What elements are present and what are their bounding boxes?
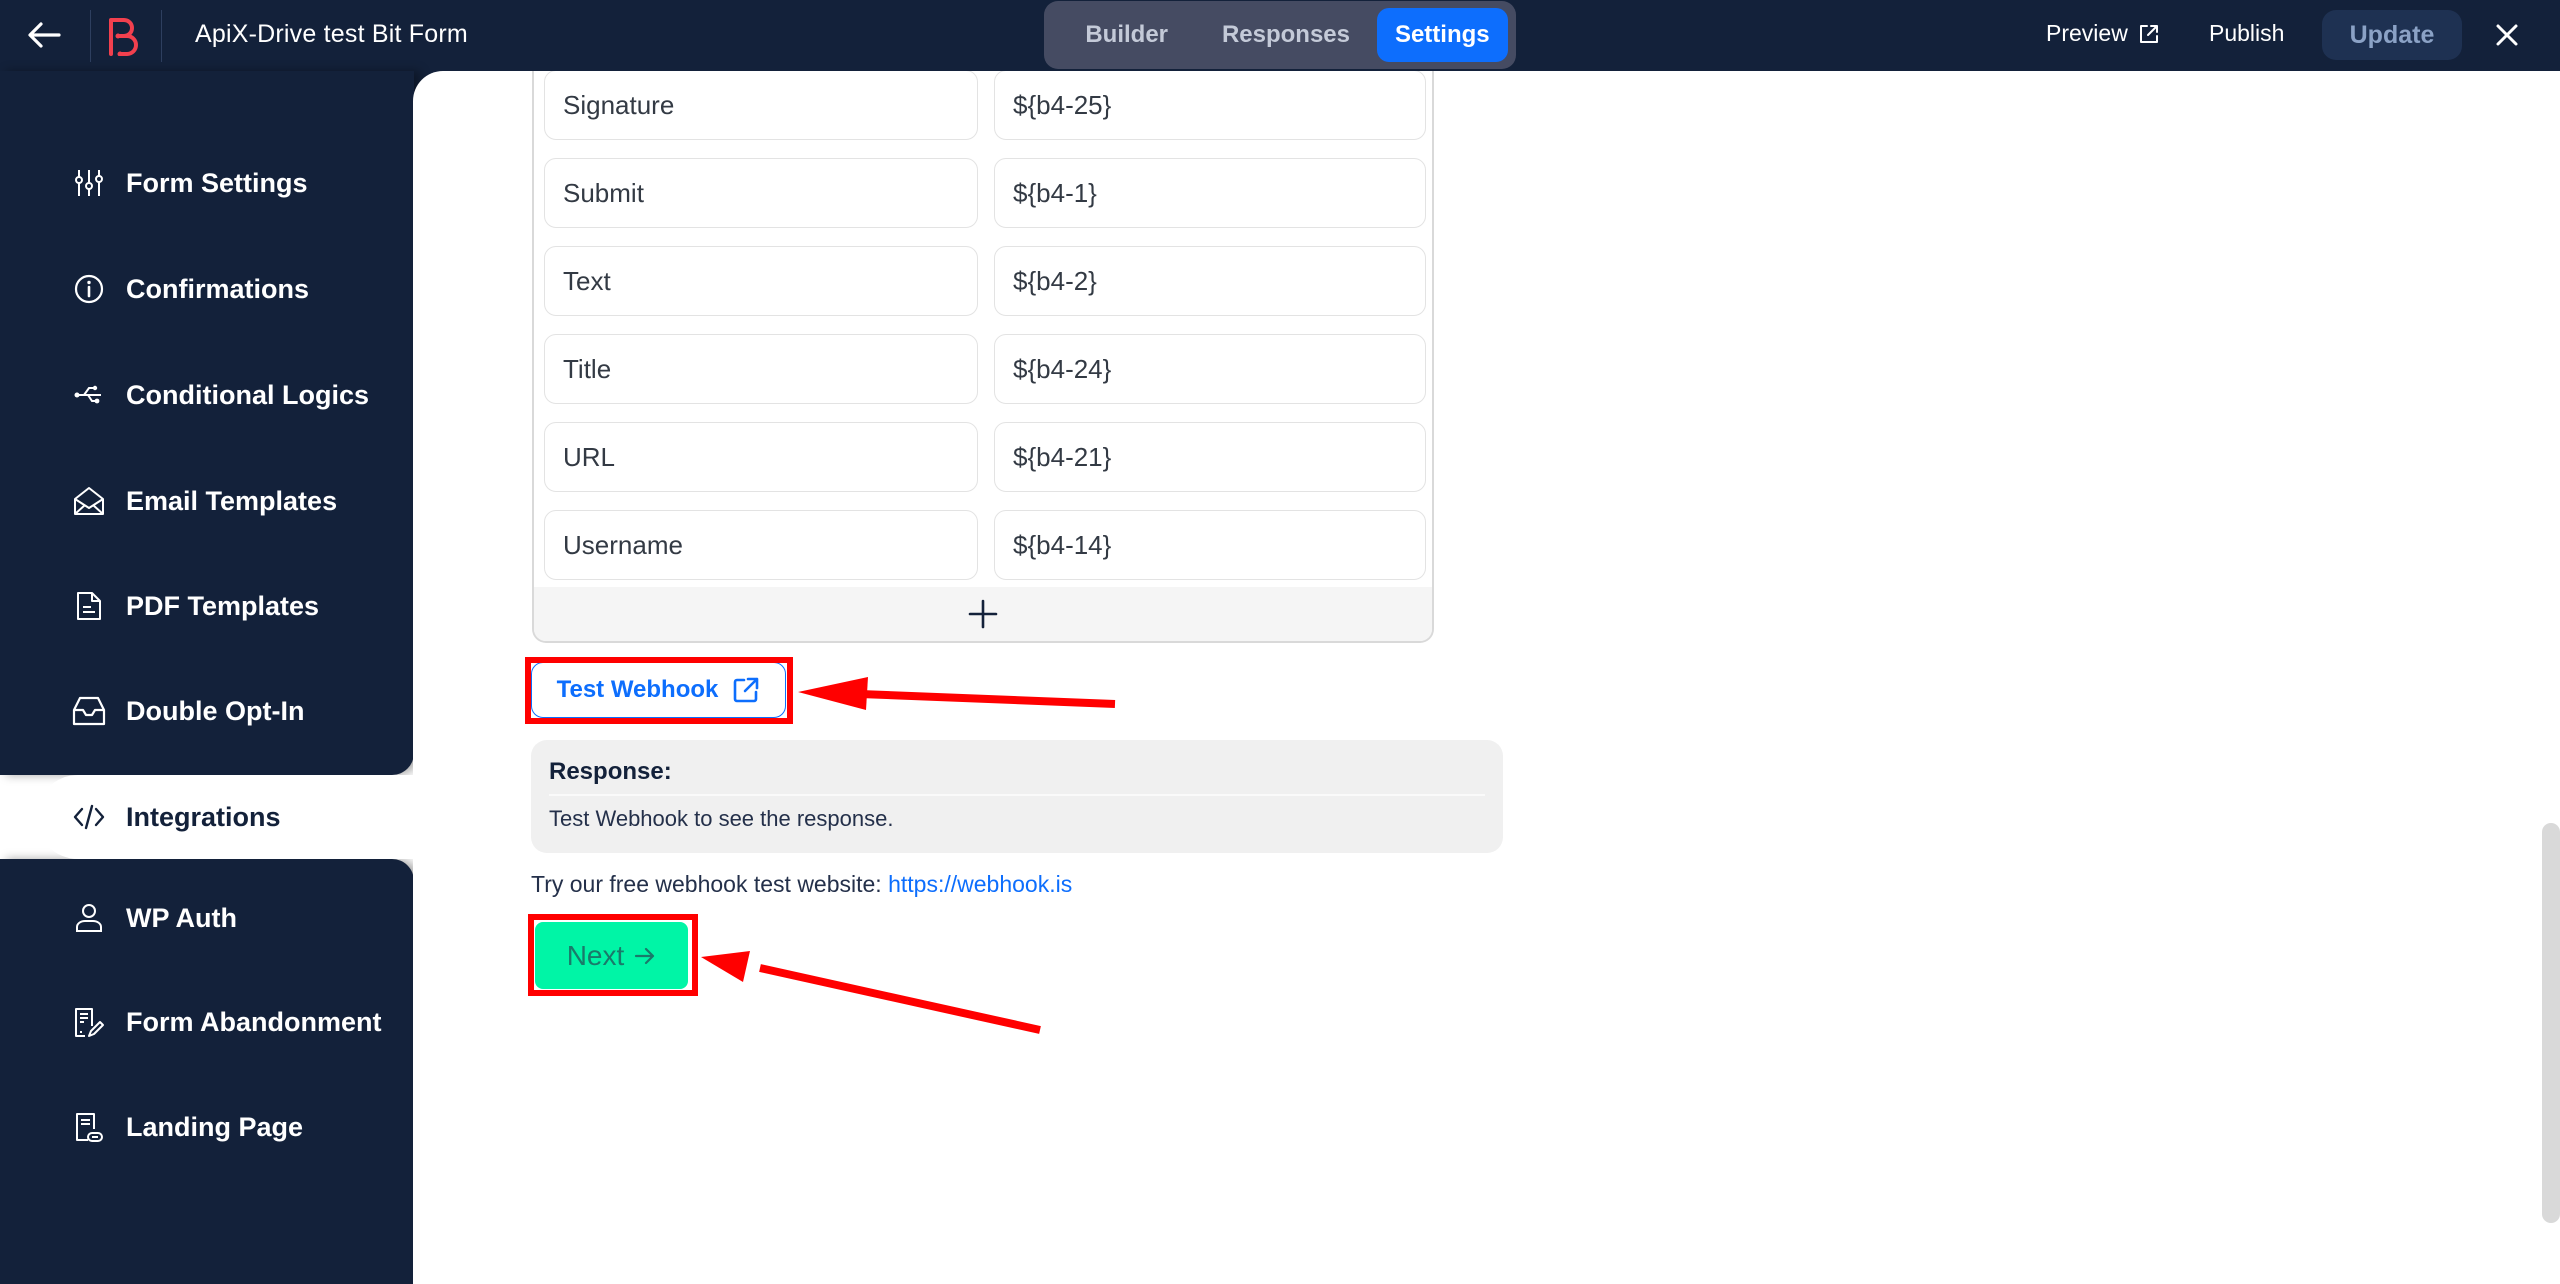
test-webhook-button[interactable]: Test Webhook: [531, 662, 786, 718]
field-mapping-table: Signature ${b4-25} Submit ${b4-1} Text $…: [532, 71, 1434, 643]
inbox-icon: [72, 694, 106, 728]
preview-label: Preview: [2046, 20, 2128, 46]
main-tabs: Builder Responses Settings: [1044, 1, 1516, 69]
top-bar: ApiX-Drive test Bit Form Builder Respons…: [0, 0, 2560, 71]
sidebar-item-label: WP Auth: [126, 902, 237, 933]
form-title: ApiX-Drive test Bit Form: [195, 20, 468, 48]
field-value-input[interactable]: ${b4-21}: [994, 422, 1426, 492]
response-label: Response:: [549, 758, 672, 785]
sidebar-item-label: Form Abandonment: [126, 1006, 382, 1037]
form-edit-icon: [72, 1005, 106, 1039]
field-key-input[interactable]: Username: [544, 510, 978, 580]
field-key-input[interactable]: URL: [544, 422, 978, 492]
next-label: Next: [566, 939, 625, 971]
field-value-input[interactable]: ${b4-25}: [994, 71, 1426, 140]
open-envelope-icon: [72, 484, 106, 518]
sidebar-item-label: Form Settings: [126, 167, 308, 198]
divider: [161, 10, 162, 62]
preview-button[interactable]: Preview: [2046, 20, 2160, 47]
webhook-is-link[interactable]: https://webhook.is: [888, 871, 1072, 897]
sidebar-item-form-abandonment[interactable]: Form Abandonment: [72, 992, 382, 1052]
vertical-scrollbar[interactable]: [2542, 823, 2560, 1223]
field-value-input[interactable]: ${b4-1}: [994, 158, 1426, 228]
field-value-input[interactable]: ${b4-2}: [994, 246, 1426, 316]
arrow-left-icon: [28, 22, 61, 48]
next-button[interactable]: Next: [535, 922, 688, 989]
field-value-input[interactable]: ${b4-24}: [994, 334, 1426, 404]
tab-settings[interactable]: Settings: [1376, 8, 1509, 62]
webhook-response-panel: Response: Test Webhook to see the respon…: [531, 740, 1503, 853]
back-button[interactable]: [22, 14, 66, 56]
sidebar-item-label: Conditional Logics: [126, 379, 369, 410]
publish-button[interactable]: Publish: [2209, 20, 2284, 47]
sidebar-item-email-templates[interactable]: Email Templates: [72, 471, 337, 531]
field-key-input[interactable]: Submit: [544, 158, 978, 228]
close-button[interactable]: [2488, 16, 2526, 54]
field-key-input[interactable]: Text: [544, 246, 978, 316]
external-link-icon: [734, 677, 759, 703]
main-content: Signature ${b4-25} Submit ${b4-1} Text $…: [413, 71, 2560, 1284]
add-row-button[interactable]: [534, 587, 1432, 641]
sidebar-item-label: PDF Templates: [126, 590, 320, 621]
divider: [90, 10, 91, 62]
sidebar-item-conditional-logics[interactable]: Conditional Logics: [72, 365, 369, 425]
table-row: Submit ${b4-1}: [544, 158, 1426, 228]
sidebar-item-label: Double Opt-In: [126, 695, 305, 726]
webhook-test-hint: Try our free webhook test website: https…: [531, 871, 1072, 898]
sidebar-item-label: Email Templates: [126, 485, 338, 516]
settings-sidebar: Form Settings Confirmations Conditional …: [0, 71, 456, 1284]
close-icon: [2496, 24, 2518, 46]
hint-text: Try our free webhook test website:: [531, 871, 889, 897]
arrow-right-icon: [635, 947, 655, 964]
sliders-icon: [72, 166, 106, 200]
user-icon: [72, 901, 106, 935]
table-row: Username ${b4-14}: [544, 510, 1426, 580]
sidebar-item-landing-page[interactable]: Landing Page: [72, 1097, 303, 1157]
field-key-input[interactable]: Signature: [544, 71, 978, 140]
document-icon: [72, 589, 106, 623]
tab-builder[interactable]: Builder: [1052, 8, 1201, 62]
field-value-input[interactable]: ${b4-14}: [994, 510, 1426, 580]
code-icon: [72, 800, 106, 834]
sidebar-item-label: Integrations: [126, 801, 281, 832]
sidebar-item-label: Landing Page: [126, 1111, 304, 1142]
table-row: Signature ${b4-25}: [544, 71, 1426, 140]
sidebar-item-double-opt-in[interactable]: Double Opt-In: [72, 681, 304, 741]
tab-responses[interactable]: Responses: [1201, 8, 1370, 62]
table-row: Title ${b4-24}: [544, 334, 1426, 404]
info-circle-icon: [72, 272, 106, 306]
external-link-icon: [2139, 24, 2158, 43]
bitform-logo-icon: [106, 16, 142, 57]
update-button[interactable]: Update: [2322, 10, 2462, 60]
sidebar-item-form-settings[interactable]: Form Settings: [72, 153, 308, 213]
usb-branch-icon: [72, 378, 106, 412]
sidebar-item-label: Confirmations: [126, 273, 310, 304]
table-row: URL ${b4-21}: [544, 422, 1426, 492]
table-row: Text ${b4-2}: [544, 246, 1426, 316]
sidebar-item-confirmations[interactable]: Confirmations: [72, 259, 309, 319]
plus-icon: [968, 599, 998, 629]
sidebar-item-pdf-templates[interactable]: PDF Templates: [72, 576, 319, 636]
response-text: Test Webhook to see the response.: [549, 806, 894, 831]
divider: [549, 794, 1485, 796]
sidebar-item-wp-auth[interactable]: WP Auth: [72, 888, 237, 948]
page-link-icon: [72, 1110, 106, 1144]
field-key-input[interactable]: Title: [544, 334, 978, 404]
sidebar-item-integrations[interactable]: Integrations: [36, 775, 456, 859]
test-webhook-label: Test Webhook: [556, 676, 719, 703]
